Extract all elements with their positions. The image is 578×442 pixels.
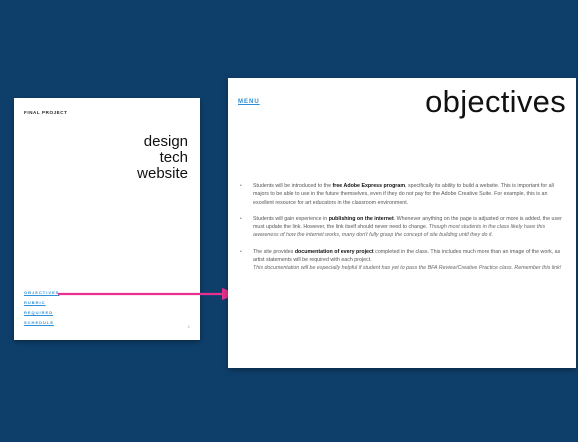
left-title-line: design: [143, 133, 188, 150]
left-page-number: 1: [187, 324, 190, 329]
bullet-icon: •: [240, 215, 242, 222]
bullet-emphasis: documentation of every project: [294, 248, 374, 255]
bullet-emphasis: publishing on the internet: [328, 215, 394, 222]
left-page-title: design tech website: [137, 134, 188, 182]
bullet-text: Students will be introduced to the: [253, 183, 333, 189]
left-page-thumbnail: FINAL PROJECT design tech website OBJECT…: [14, 98, 200, 340]
bullet-icon: •: [240, 183, 242, 189]
bullet-note: This documentation will be especially he…: [253, 265, 562, 272]
bullet-icon: •: [240, 248, 242, 255]
menu-link[interactable]: MENU: [238, 99, 260, 105]
link-required[interactable]: REQUIRED: [24, 310, 59, 315]
list-item: • Students will be introduced to the fre…: [240, 182, 567, 207]
pink-arrow-icon: [58, 288, 238, 300]
objectives-list: • Students will be introduced to the fre…: [240, 182, 567, 281]
bullet-emphasis: free Adobe Express program: [332, 183, 406, 189]
link-schedule[interactable]: SCHEDULE: [24, 320, 59, 325]
bullet-text: Students will gain experience in: [253, 215, 329, 222]
link-rubric[interactable]: RUBRIC: [24, 300, 59, 305]
link-objectives[interactable]: OBJECTIVES: [24, 290, 59, 295]
left-page-label: FINAL PROJECT: [24, 110, 68, 115]
list-item: • The site provides documentation of eve…: [240, 248, 567, 273]
left-page-nav: OBJECTIVES RUBRIC REQUIRED SCHEDULE: [24, 290, 59, 330]
bullet-text: The site provides: [253, 248, 295, 255]
list-item: • Students will gain experience in publi…: [240, 215, 567, 240]
left-title-line: website: [137, 165, 188, 182]
right-page-objectives: MENU objectives • Students will be intro…: [228, 78, 576, 368]
page-title: objectives: [425, 84, 566, 119]
left-title-line: tech: [159, 149, 188, 166]
